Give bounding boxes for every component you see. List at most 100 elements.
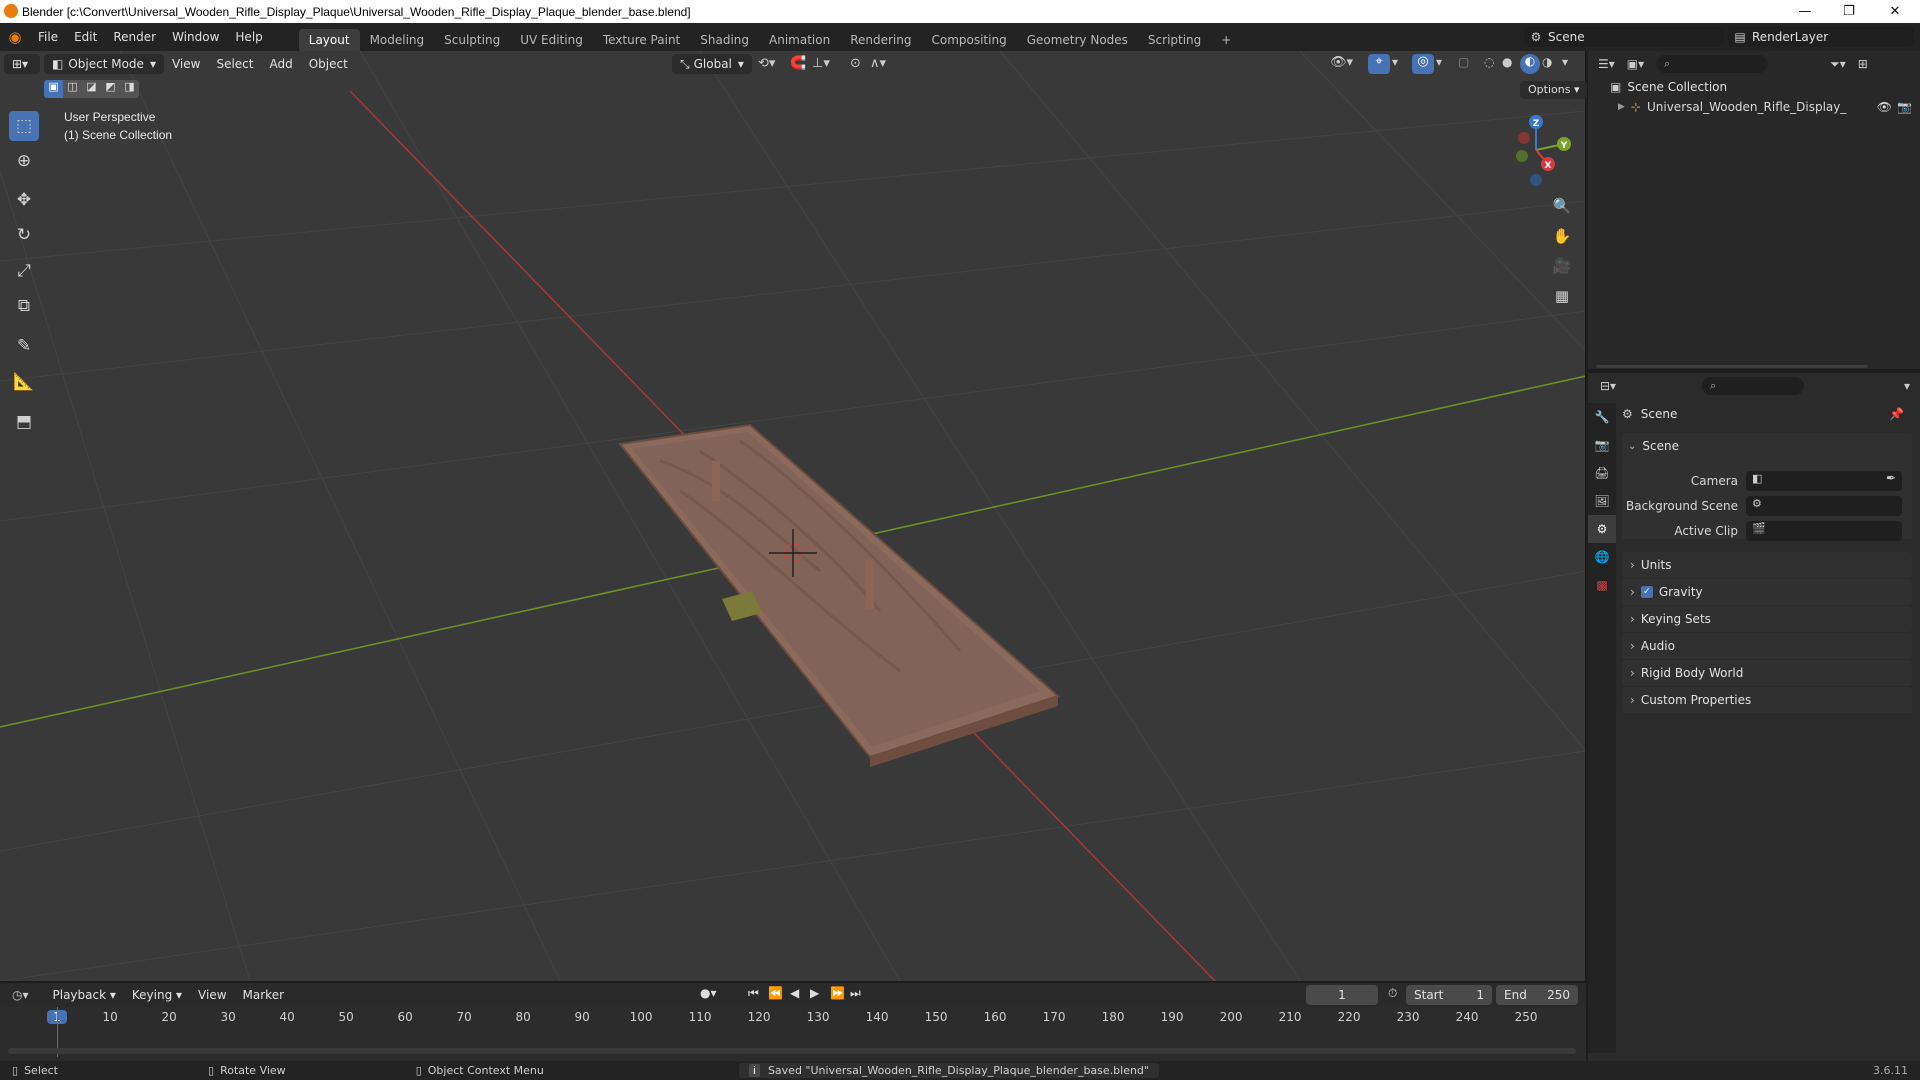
- texture-tab-icon[interactable]: ▩: [1588, 571, 1616, 599]
- select-intersect-icon[interactable]: ◨: [120, 80, 139, 98]
- close-button[interactable]: ✕: [1872, 0, 1918, 23]
- viewport-menu-object[interactable]: Object: [301, 57, 356, 71]
- properties-editor-type-icon[interactable]: ⊟▾: [1600, 379, 1616, 393]
- timeline-area[interactable]: 1102030405060708090100110120130140150160…: [0, 1007, 1586, 1061]
- outliner-editor-type-icon[interactable]: ☰▾: [1598, 57, 1615, 71]
- pin-icon[interactable]: 📌: [1889, 407, 1904, 421]
- outliner-row-scene-collection[interactable]: ▣ Scene Collection: [1588, 77, 1920, 97]
- timeline-editor-type-icon[interactable]: ◷▾: [12, 988, 29, 1002]
- 3d-viewport[interactable]: [0, 51, 1586, 981]
- select-invert-icon[interactable]: ◩: [101, 80, 120, 98]
- rigid-body-world-panel[interactable]: › Rigid Body World: [1622, 660, 1912, 686]
- eye-icon[interactable]: 👁: [1877, 100, 1892, 114]
- proportional-edit-icon[interactable]: ⊙: [850, 56, 861, 71]
- outliner-row-object[interactable]: ▶ ⊹ Universal_Wooden_Rifle_Display_Plaqu…: [1588, 97, 1920, 117]
- timeline-menu-keying[interactable]: Keying ▾: [124, 988, 190, 1002]
- tab-compositing[interactable]: Compositing: [921, 29, 1016, 51]
- options-button[interactable]: Options ▾: [1520, 81, 1588, 99]
- jump-start-icon[interactable]: ⏮: [748, 986, 759, 1001]
- select-extend-icon[interactable]: ◫: [63, 80, 82, 98]
- timeline-menu-marker[interactable]: Marker: [235, 988, 292, 1002]
- transform-tool[interactable]: ⧉: [9, 291, 39, 321]
- gravity-panel[interactable]: › ✓ Gravity: [1622, 579, 1912, 605]
- units-panel[interactable]: › Units: [1622, 552, 1912, 578]
- annotate-tool[interactable]: ✎: [9, 331, 39, 361]
- renderlayer-selector[interactable]: ▤ RenderLayer: [1728, 27, 1914, 47]
- viewport-menu-add[interactable]: Add: [261, 57, 300, 71]
- chevron-down-icon[interactable]: ▾: [1436, 55, 1442, 69]
- background-scene-field[interactable]: ⚙: [1746, 496, 1902, 516]
- material-preview-shading-icon[interactable]: ◐: [1520, 54, 1540, 74]
- tab-layout[interactable]: Layout: [298, 29, 360, 51]
- viewport-menu-select[interactable]: Select: [208, 57, 261, 71]
- tab-shading[interactable]: Shading: [690, 29, 759, 51]
- chevron-down-icon[interactable]: ▾: [1392, 55, 1398, 69]
- ortho-toggle-button[interactable]: ▦: [1548, 282, 1576, 310]
- add-cube-tool[interactable]: ⬒: [9, 407, 39, 437]
- zoom-view-button[interactable]: 🔍: [1548, 192, 1576, 220]
- pivot-point-icon[interactable]: ⟲▾: [758, 56, 775, 71]
- tab-geometry-nodes[interactable]: Geometry Nodes: [1017, 29, 1138, 51]
- transform-orientation-selector[interactable]: ⤡ Global ▾: [672, 54, 752, 74]
- timeline-scrollbar[interactable]: [8, 1048, 1576, 1054]
- xray-icon[interactable]: ▢: [1458, 55, 1469, 69]
- record-icon[interactable]: ●▾: [700, 986, 717, 1000]
- snap-icon[interactable]: 🧲: [790, 56, 806, 71]
- add-workspace-button[interactable]: +: [1211, 29, 1241, 51]
- viewport-menu-view[interactable]: View: [164, 57, 208, 71]
- snap-target-icon[interactable]: ⊥▾: [812, 56, 830, 71]
- new-collection-icon[interactable]: ⊞: [1858, 57, 1868, 71]
- mode-selector[interactable]: ◧ Object Mode ▾: [44, 54, 164, 74]
- chevron-down-icon[interactable]: ▾: [1562, 55, 1568, 69]
- start-frame-field[interactable]: Start 1: [1406, 985, 1492, 1005]
- tool-tab-icon[interactable]: 🔧: [1588, 403, 1616, 431]
- cursor-tool[interactable]: ⊕: [9, 146, 39, 176]
- tab-texture-paint[interactable]: Texture Paint: [593, 29, 690, 51]
- render-tab-icon[interactable]: 📷: [1588, 431, 1616, 459]
- jump-end-icon[interactable]: ⏭: [850, 986, 861, 1001]
- tab-modeling[interactable]: Modeling: [360, 29, 435, 51]
- gizmo-toggle-icon[interactable]: ⌖: [1368, 54, 1390, 74]
- select-new-icon[interactable]: ▣: [44, 80, 63, 98]
- visibility-icon[interactable]: 👁▾: [1330, 55, 1353, 70]
- falloff-icon[interactable]: ∧▾: [870, 56, 886, 71]
- display-mode-icon[interactable]: ▣▾: [1627, 57, 1644, 71]
- move-tool[interactable]: ✥: [9, 185, 39, 215]
- scene-selector[interactable]: ⚙ Scene: [1524, 27, 1724, 47]
- maximize-button[interactable]: ❐: [1826, 0, 1872, 23]
- tab-scripting[interactable]: Scripting: [1138, 29, 1211, 51]
- properties-search-input[interactable]: ⌕: [1702, 377, 1804, 395]
- active-clip-field[interactable]: 🎬: [1746, 521, 1902, 541]
- wooden-plaque-model[interactable]: [618, 423, 1060, 767]
- jump-keyframe-back-icon[interactable]: ⏪: [768, 986, 783, 1000]
- gravity-checkbox[interactable]: ✓: [1640, 586, 1653, 598]
- custom-properties-panel[interactable]: › Custom Properties: [1622, 687, 1912, 713]
- render-camera-icon[interactable]: 📷: [1897, 100, 1912, 114]
- tab-sculpting[interactable]: Sculpting: [434, 29, 510, 51]
- rendered-shading-icon[interactable]: ◑: [1542, 55, 1552, 69]
- frame-ruler[interactable]: 1102030405060708090100110120130140150160…: [0, 1007, 1586, 1027]
- menu-window[interactable]: Window: [164, 23, 227, 51]
- blender-menu-icon[interactable]: ◉: [0, 28, 30, 46]
- scene-section-header[interactable]: ⌄ Scene: [1622, 433, 1912, 459]
- timeline-menu-playback[interactable]: Playback ▾: [45, 988, 124, 1002]
- jump-keyframe-forward-icon[interactable]: ⏩: [830, 986, 845, 1000]
- menu-render[interactable]: Render: [105, 23, 164, 51]
- keying-sets-panel[interactable]: › Keying Sets: [1622, 606, 1912, 632]
- play-reverse-icon[interactable]: ◀: [790, 986, 799, 1000]
- expand-arrow-icon[interactable]: ▶: [1618, 102, 1625, 112]
- outliner-scrollbar[interactable]: [1596, 365, 1868, 368]
- camera-view-button[interactable]: 🎥: [1548, 252, 1576, 280]
- select-box-tool[interactable]: ⬚: [9, 111, 39, 141]
- measure-tool[interactable]: 📐: [9, 367, 39, 397]
- tab-rendering[interactable]: Rendering: [840, 29, 921, 51]
- audio-panel[interactable]: › Audio: [1622, 633, 1912, 659]
- menu-help[interactable]: Help: [227, 23, 270, 51]
- camera-field[interactable]: ◧ ✒: [1746, 471, 1902, 491]
- play-icon[interactable]: ▶: [810, 986, 819, 1000]
- outliner-search-input[interactable]: ⌕: [1656, 55, 1769, 73]
- timeline-menu-view[interactable]: View: [190, 988, 234, 1002]
- rotate-tool[interactable]: ↻: [9, 220, 39, 250]
- end-frame-field[interactable]: End 250: [1496, 985, 1578, 1005]
- pan-view-button[interactable]: ✋: [1548, 222, 1576, 250]
